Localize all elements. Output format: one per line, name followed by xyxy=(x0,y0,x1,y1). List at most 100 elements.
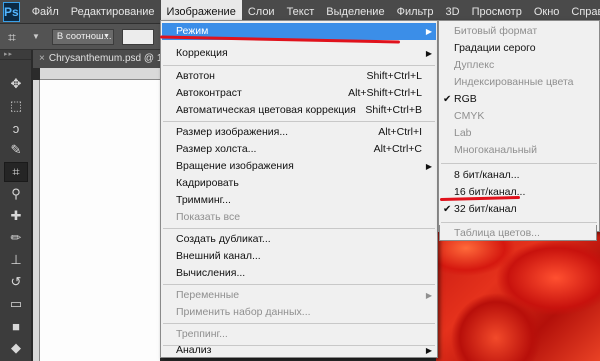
menu-item-shortcut: Alt+Ctrl+C xyxy=(373,143,422,155)
check-icon: ✔ xyxy=(443,94,452,105)
document-canvas[interactable] xyxy=(40,80,160,361)
menu-item-crop[interactable]: Кадрировать xyxy=(162,175,436,192)
chevron-right-icon: ▶ xyxy=(425,291,432,300)
mode-rgb[interactable]: ✔ RGB xyxy=(440,91,598,108)
mode-8-bit[interactable]: 8 бит/канал... xyxy=(440,167,598,184)
vertical-ruler xyxy=(33,80,40,361)
move-tool-icon[interactable]: ✥ xyxy=(4,74,28,94)
menu-item-label: 32 бит/канал xyxy=(454,203,517,215)
menu-item-shortcut: Alt+Shift+Ctrl+L xyxy=(348,87,422,99)
menu-item-label: Создать дубликат... xyxy=(176,233,271,245)
menu-item-label: Многоканальный xyxy=(454,144,537,156)
menu-item-label: Индексированные цвета xyxy=(454,76,574,88)
menu-item-label: Таблица цветов... xyxy=(454,227,540,239)
lasso-tool-icon[interactable]: ↄ xyxy=(4,118,28,138)
mode-bitmap: Битовый формат xyxy=(440,23,598,40)
menu-item-image-size[interactable]: Размер изображения... Alt+Ctrl+I xyxy=(162,124,436,141)
blur-tool-icon[interactable]: ◆ xyxy=(4,338,28,358)
menu-item-label: Битовый формат xyxy=(454,25,538,37)
ratio-select[interactable]: В соотнош... ▼ xyxy=(51,28,114,45)
mode-32-bit[interactable]: ✔ 32 бит/канал xyxy=(440,201,598,218)
eraser-tool-icon[interactable]: ▭ xyxy=(4,294,28,314)
menu-separator xyxy=(441,163,597,164)
menu-item-label: Переменные xyxy=(176,289,240,301)
menu-item-label: Кадрировать xyxy=(176,177,239,189)
mode-multichannel: Многоканальный xyxy=(440,142,598,159)
menu-item-label: Показать все xyxy=(176,211,241,223)
menu-item-trap: Треппинг... xyxy=(162,326,436,343)
mode-indexed: Индексированные цвета xyxy=(440,74,598,91)
menu-item-label: Вычисления... xyxy=(176,267,246,279)
menu-item-label: Анализ xyxy=(176,344,212,356)
chevron-down-icon[interactable]: ▼ xyxy=(32,32,40,41)
marquee-tool-icon[interactable]: ⬚ xyxy=(4,96,28,116)
menu-item-label: Вращение изображения xyxy=(176,160,294,172)
menu-item-variables: Переменные ▶ xyxy=(162,287,436,304)
mode-grayscale[interactable]: Градации серого xyxy=(440,40,598,57)
horizontal-ruler xyxy=(40,68,160,80)
menu-item-label: Размер изображения... xyxy=(176,126,289,138)
menu-item-reveal-all: Показать все xyxy=(162,209,436,226)
brush-tool-icon[interactable]: ✏ xyxy=(4,228,28,248)
menu-item-label: Треппинг... xyxy=(176,328,228,340)
gradient-tool-icon[interactable]: ■ xyxy=(4,316,28,336)
menu-item-label: Внешний канал... xyxy=(176,250,261,262)
menu-item-analysis[interactable]: Анализ ▶ xyxy=(162,342,436,359)
clone-stamp-tool-icon[interactable]: ⊥ xyxy=(4,250,28,270)
tools-panel: ▸▸ ✥ ⬚ ↄ ✎ ⌗ ⚲ ✚ ✏ ⊥ ↺ ▭ ■ ◆ xyxy=(0,50,32,361)
menu-separator xyxy=(441,222,597,223)
menu-item-label: Градации серого xyxy=(454,42,536,54)
menu-item-shortcut: Alt+Ctrl+I xyxy=(378,126,422,138)
quick-select-tool-icon[interactable]: ✎ xyxy=(4,140,28,160)
menu-item-label: Автоматическая цветовая коррекция xyxy=(176,104,356,116)
menu-item-apply-image[interactable]: Внешний канал... xyxy=(162,248,436,265)
healing-brush-tool-icon[interactable]: ✚ xyxy=(4,206,28,226)
menu-item-label: RGB xyxy=(454,93,477,105)
mode-cmyk: CMYK xyxy=(440,108,598,125)
mode-lab: Lab xyxy=(440,125,598,142)
menu-edit[interactable]: Редактирование xyxy=(65,0,161,24)
menu-item-label: Lab xyxy=(454,127,472,139)
menu-item-duplicate[interactable]: Создать дубликат... xyxy=(162,231,436,248)
menu-separator xyxy=(163,284,435,285)
crop-tool-icon[interactable]: ⌗ xyxy=(4,162,28,182)
menu-item-label: CMYK xyxy=(454,110,485,122)
menu-separator xyxy=(163,323,435,324)
close-icon[interactable]: × xyxy=(39,53,45,64)
menu-item-trim[interactable]: Тримминг... xyxy=(162,192,436,209)
chevron-right-icon: ▶ xyxy=(425,27,432,36)
menu-item-apply-data-set: Применить набор данных... xyxy=(162,304,436,321)
menu-item-label: Коррекция xyxy=(176,47,228,59)
menu-file[interactable]: Файл xyxy=(26,0,65,24)
menu-item-autocolor[interactable]: Автоматическая цветовая коррекция Shift+… xyxy=(162,102,436,119)
photoshop-logo: Ps xyxy=(3,1,20,22)
chevron-right-icon: ▶ xyxy=(425,49,432,58)
history-brush-tool-icon[interactable]: ↺ xyxy=(4,272,28,292)
document-tab[interactable]: × Chrysanthemum.psd @ 1 xyxy=(33,50,163,68)
crop-icon[interactable]: ⌗ xyxy=(8,28,30,46)
mode-color-table-row: Таблица цветов... xyxy=(439,225,597,241)
menu-item-autotone[interactable]: Автотон Shift+Ctrl+L xyxy=(162,68,436,85)
menu-item-calculations[interactable]: Вычисления... xyxy=(162,265,436,282)
menu-item-label: Применить набор данных... xyxy=(176,306,311,318)
ratio-width-field[interactable] xyxy=(121,28,154,45)
chevron-down-icon: ▼ xyxy=(102,32,110,40)
menu-separator xyxy=(163,65,435,66)
menu-item-canvas-size[interactable]: Размер холста... Alt+Ctrl+C xyxy=(162,141,436,158)
mode-duotone: Дуплекс xyxy=(440,57,598,74)
chevron-right-icon: ▶ xyxy=(425,346,432,355)
menu-item-label: Размер холста... xyxy=(176,143,257,155)
menu-item-label: 8 бит/канал... xyxy=(454,169,520,181)
eyedropper-tool-icon[interactable]: ⚲ xyxy=(4,184,28,204)
menu-item-correction[interactable]: Коррекция ▶ xyxy=(162,45,436,62)
menu-item-label: Автоконтраст xyxy=(176,87,242,99)
menu-item-label: Дуплекс xyxy=(454,59,495,71)
menu-item-shortcut: Shift+Ctrl+L xyxy=(366,70,422,82)
menu-item-label: Тримминг... xyxy=(176,194,231,206)
document-tab-title: Chrysanthemum.psd @ 1 xyxy=(48,53,163,64)
menu-separator xyxy=(163,121,435,122)
chevron-right-icon: ▶ xyxy=(425,162,432,171)
panel-grip[interactable]: ▸▸ xyxy=(0,50,31,60)
menu-item-rotation[interactable]: Вращение изображения ▶ xyxy=(162,158,436,175)
menu-item-autocontrast[interactable]: Автоконтраст Alt+Shift+Ctrl+L xyxy=(162,85,436,102)
